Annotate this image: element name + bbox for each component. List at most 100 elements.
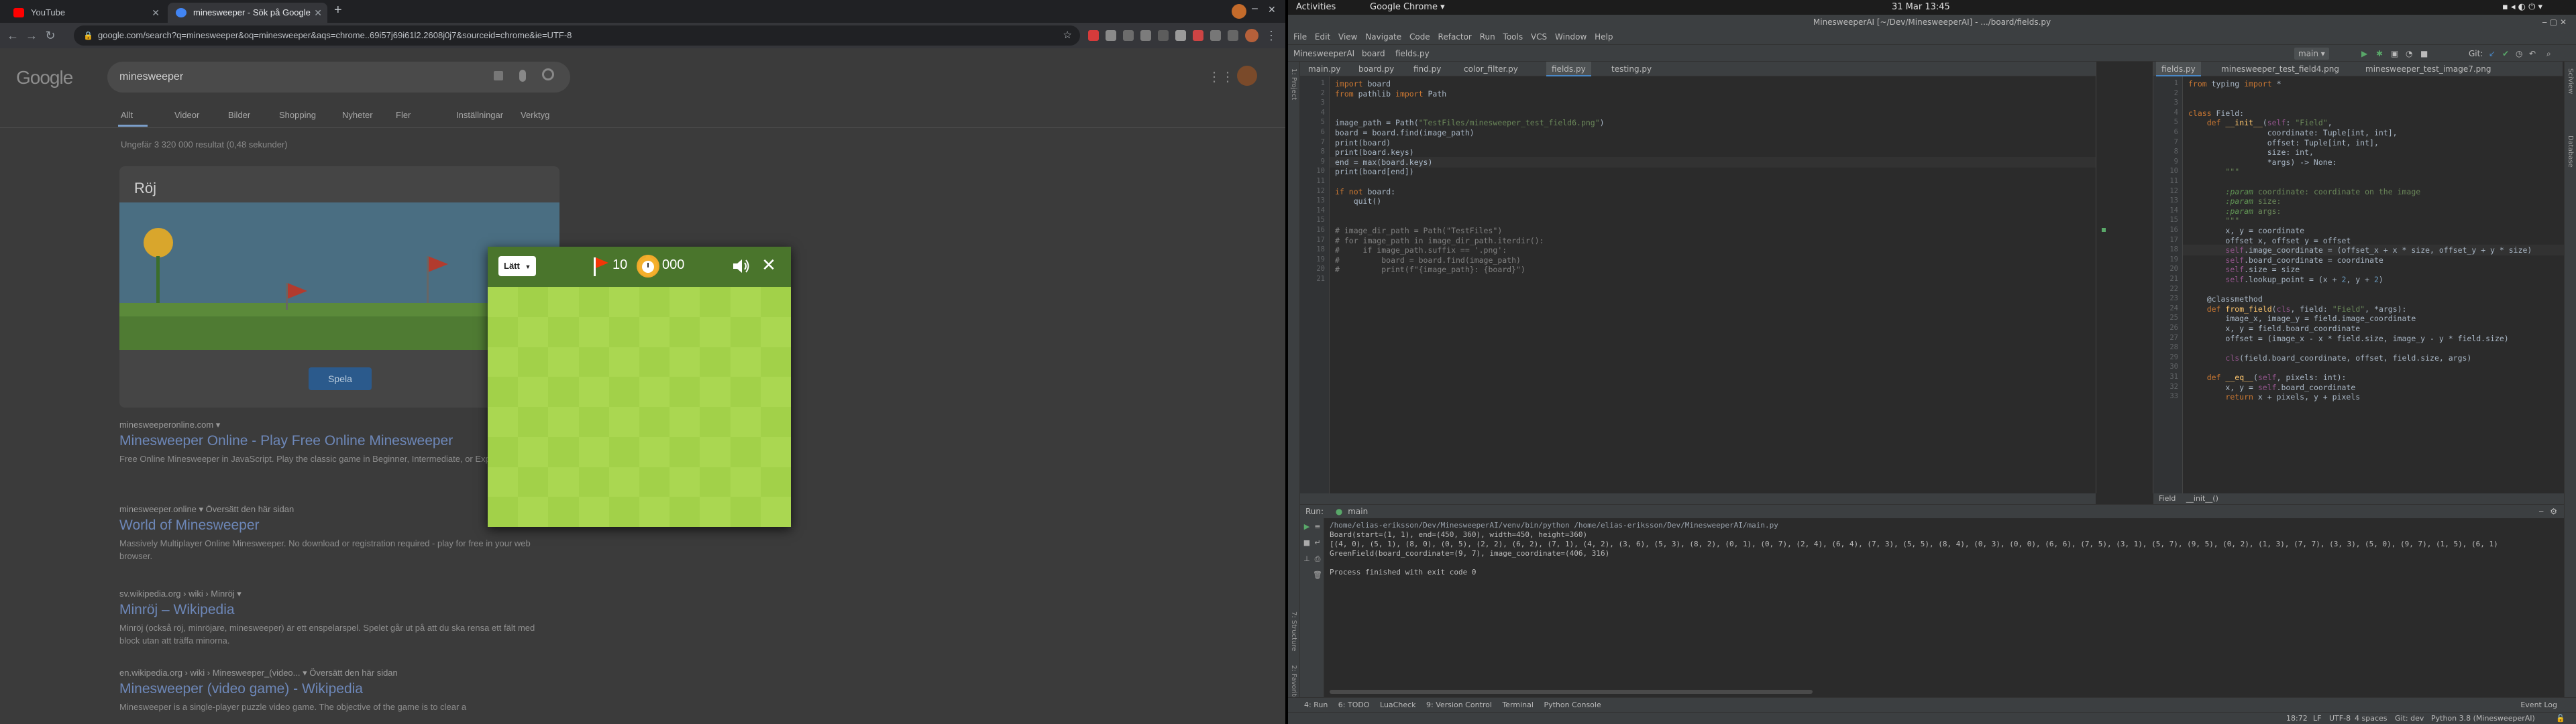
code-line[interactable]: x, y = self.board_coordinate (2188, 383, 2355, 392)
code-line[interactable]: :param args: (2188, 206, 2281, 216)
reload-icon[interactable]: ↻ (42, 27, 59, 44)
profile-avatar[interactable] (1245, 29, 1258, 42)
chrome-menu-icon[interactable]: ⋮ (1263, 27, 1280, 44)
run-config-tab[interactable]: main (1348, 507, 1368, 516)
game-cell[interactable] (700, 467, 731, 497)
rerun-icon[interactable]: ▶ (1301, 522, 1312, 532)
sciview-tool-button[interactable]: SciView (2567, 68, 2574, 94)
code-line[interactable]: self.image_coordinate = (offset_x + x * … (2188, 245, 2532, 255)
code-line[interactable]: """ (2188, 216, 2239, 225)
console-output[interactable]: /home/elias-eriksson/Dev/MinesweeperAI/v… (1330, 521, 2564, 682)
game-cell[interactable] (730, 316, 761, 347)
run-icon[interactable]: ▶ (2361, 45, 2367, 62)
result-title-link[interactable]: World of Minesweeper (119, 518, 549, 534)
breadcrumb-file[interactable]: fields.py (1395, 45, 1430, 62)
game-cell[interactable] (578, 377, 609, 407)
tab-tools[interactable]: Verktyg (521, 110, 549, 120)
extension-icon[interactable] (1088, 30, 1099, 41)
game-cell[interactable] (760, 377, 791, 407)
code-line[interactable]: # if image_path.suffix == '.png': (1335, 245, 1507, 255)
game-cell[interactable] (730, 497, 761, 527)
game-cell[interactable] (760, 467, 791, 497)
menu-run[interactable]: Run (1480, 32, 1495, 42)
run-config-select[interactable]: main ▾ (2294, 48, 2329, 60)
code-line[interactable]: from pathlib import Path (1335, 89, 1446, 99)
extension-icon[interactable] (1140, 30, 1151, 41)
game-cell[interactable] (488, 377, 519, 407)
code-line[interactable]: print(board[end]) (1335, 167, 1414, 176)
code-line[interactable]: # print(f"{image_path}: {board}") (1335, 265, 1525, 274)
forward-icon[interactable]: → (23, 27, 40, 44)
code-editor-right[interactable]: 1 2 3 4 5 6 7 8 9 10 11 12 13 14 15 16 17 18 19 20 21 22 23 24 2… (2153, 76, 2564, 493)
apps-grid-icon[interactable]: ⋮⋮ (1208, 68, 1234, 85)
extension-icon[interactable] (1210, 30, 1221, 41)
new-tab-button[interactable]: + (334, 3, 342, 18)
address-bar[interactable]: 🔒 google.com/search?q=minesweeper&oq=min… (74, 25, 1080, 46)
game-cell[interactable] (548, 316, 579, 347)
game-cell[interactable] (730, 347, 761, 377)
tab-images[interactable]: Bilder (228, 110, 250, 120)
close-tab-icon[interactable]: ✕ (152, 3, 160, 23)
structure-tool-button[interactable]: 7: Structure (1290, 611, 1297, 651)
game-cell[interactable] (700, 316, 731, 347)
project-tool-button[interactable]: 1: Project (1290, 68, 1297, 100)
scroll-to-end-icon[interactable]: ≡ (1312, 522, 1323, 532)
editor-tab[interactable]: board.py (1353, 62, 1399, 76)
menu-code[interactable]: Code (1409, 32, 1430, 42)
code-line[interactable]: import board (1335, 79, 1391, 88)
game-cell[interactable] (669, 436, 700, 467)
game-cell[interactable] (518, 436, 549, 467)
rollback-icon[interactable]: ↶ (2529, 45, 2536, 62)
bookmark-star-icon[interactable]: ☆ (1063, 25, 1072, 46)
result-title-link[interactable]: Minesweeper Online - Play Free Online Mi… (119, 433, 549, 449)
game-cell[interactable] (639, 316, 670, 347)
extension-icon[interactable] (1158, 30, 1169, 41)
game-cell[interactable] (639, 347, 670, 377)
tab-videos[interactable]: Videor (174, 110, 199, 120)
code-line[interactable]: print(board) (1335, 138, 1391, 147)
game-cell[interactable] (578, 347, 609, 377)
code-line[interactable]: board = board.find(image_path) (1335, 128, 1474, 137)
code-line[interactable]: image_path = Path("TestFiles/minesweeper… (1335, 118, 1605, 127)
menu-help[interactable]: Help (1595, 32, 1613, 42)
game-cell[interactable] (639, 436, 670, 467)
game-cell[interactable] (730, 287, 761, 317)
close-tab-icon[interactable]: ✕ (314, 3, 322, 23)
trash-icon[interactable]: 🗑 (1312, 570, 1323, 580)
menu-refactor[interactable]: Refactor (1438, 32, 1472, 42)
game-cell[interactable] (548, 347, 579, 377)
game-cell[interactable] (608, 316, 639, 347)
code-line[interactable]: if not board: (1335, 187, 1395, 196)
game-board[interactable] (488, 287, 791, 527)
footer-class[interactable]: Field (2159, 494, 2176, 503)
game-cell[interactable] (608, 347, 639, 377)
code-line[interactable]: return x + pixels, y + pixels (2188, 392, 2360, 402)
extension-icon[interactable] (1106, 30, 1116, 41)
play-button[interactable]: Spela (309, 367, 372, 390)
code-line[interactable]: offset = (image_x - x * field.size, imag… (2188, 334, 2508, 343)
game-cell[interactable] (730, 377, 761, 407)
game-cell[interactable] (548, 287, 579, 317)
python-interpreter[interactable]: Python 3.8 (MinesweeperAI) (2431, 713, 2535, 724)
game-cell[interactable] (639, 287, 670, 317)
close-window-icon[interactable]: ✕ (1268, 4, 1276, 15)
game-cell[interactable] (548, 497, 579, 527)
game-cell[interactable] (518, 467, 549, 497)
hide-panel-icon[interactable]: ‒ (2538, 505, 2544, 518)
code-line[interactable]: from typing import * (2188, 79, 2282, 88)
game-cell[interactable] (608, 467, 639, 497)
event-log-button[interactable]: Event Log (2520, 698, 2557, 713)
code-line[interactable]: offset_x, offset_y = offset (2188, 236, 2351, 245)
game-cell[interactable] (608, 377, 639, 407)
tab-youtube[interactable]: YouTube ✕ (5, 3, 165, 23)
code-line[interactable]: end = max(board.keys) (1335, 158, 1432, 167)
game-cell[interactable] (518, 377, 549, 407)
mic-icon[interactable] (519, 70, 526, 82)
game-cell[interactable] (669, 316, 700, 347)
game-cell[interactable] (669, 497, 700, 527)
game-cell[interactable] (488, 436, 519, 467)
breadcrumb-project[interactable]: MinesweeperAI (1293, 45, 1354, 62)
footer-method[interactable]: __init__() (2186, 494, 2218, 503)
code-line[interactable]: x, y = field.board_coordinate (2188, 324, 2360, 333)
game-cell[interactable] (700, 347, 731, 377)
